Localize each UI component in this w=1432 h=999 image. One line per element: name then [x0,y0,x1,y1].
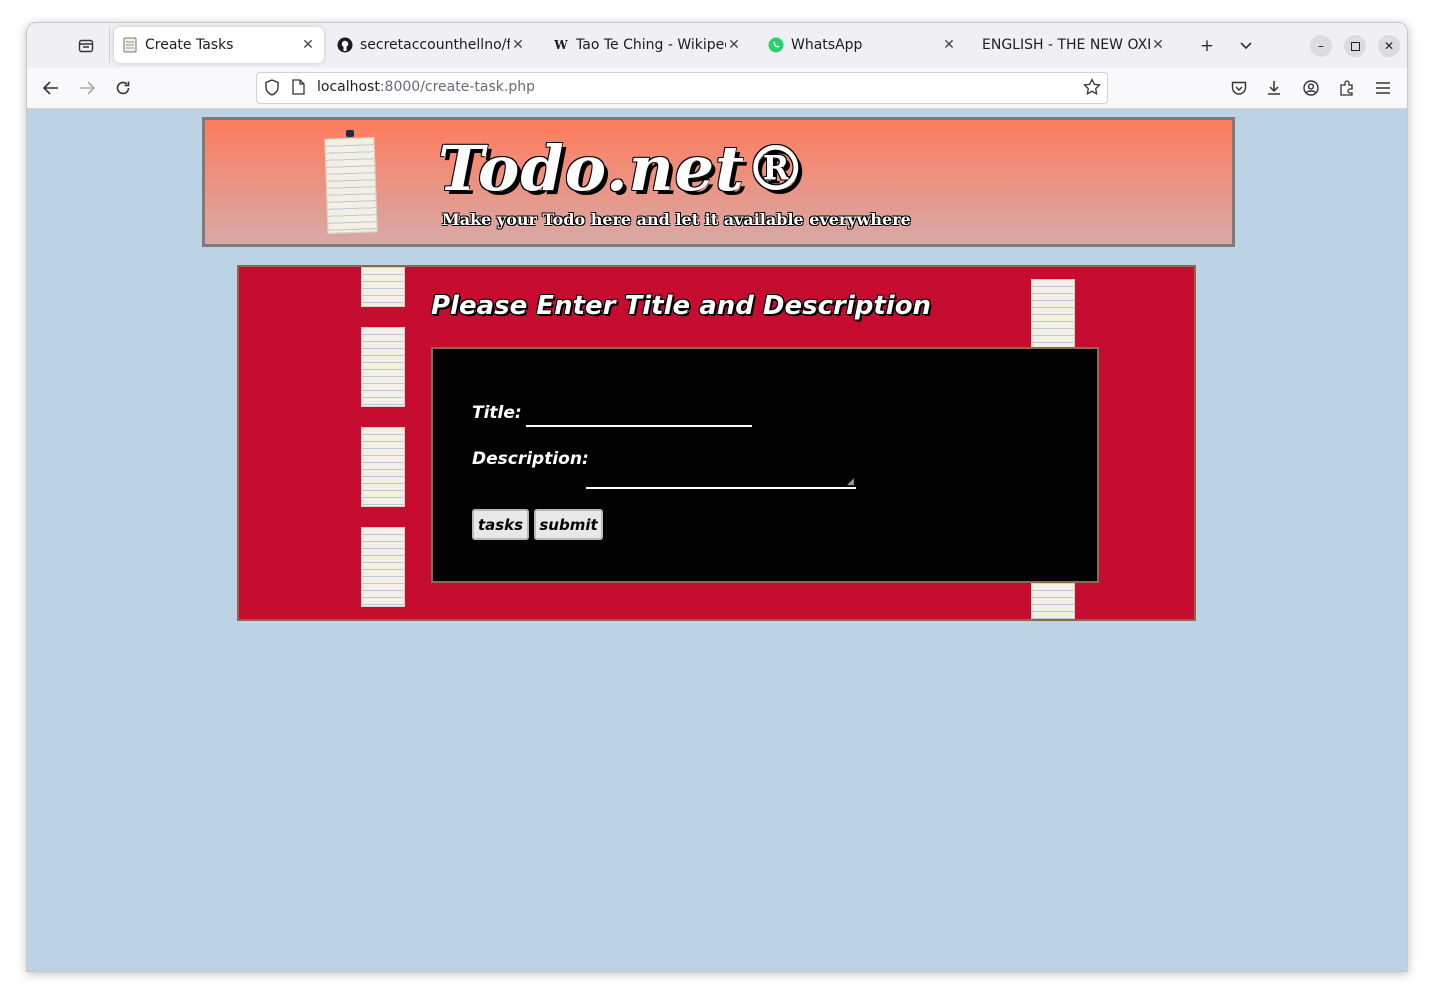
notepad-decoration-icon [361,267,405,307]
tab-separator [109,27,110,63]
document-icon [122,37,138,53]
firefox-view-icon[interactable] [73,34,99,58]
title-input[interactable] [526,405,752,427]
account-icon[interactable] [1299,76,1323,100]
close-tab-icon[interactable]: ✕ [300,37,316,53]
url-path: :8000/create-task.php [379,79,535,95]
wikipedia-icon: W [554,38,568,52]
navigation-bar: localhost:8000/create-task.php [27,68,1407,109]
tab-label: ENGLISH - THE NEW OXFO [982,37,1150,53]
title-label: Title: [472,403,522,423]
url-bar[interactable]: localhost:8000/create-task.php [256,72,1108,104]
close-tab-icon[interactable]: ✕ [1150,37,1166,53]
create-task-panel: Please Enter Title and Description Title… [237,265,1196,621]
close-window-icon[interactable]: ✕ [1378,35,1400,57]
tab-strip: Create Tasks ✕ secretaccounthellno/fir ✕… [27,23,1407,69]
page-icon[interactable] [292,79,305,99]
list-all-tabs-icon[interactable] [1234,34,1258,58]
notepad-decoration-icon [1031,279,1075,351]
minimize-icon[interactable]: – [1310,35,1332,57]
tasks-button[interactable]: tasks [472,509,529,540]
bookmark-star-icon[interactable] [1083,77,1101,100]
tab-create-tasks[interactable]: Create Tasks ✕ [114,27,324,63]
resize-grip-icon[interactable]: ◢ [847,477,854,487]
site-brand: Todo.net® [438,132,808,205]
notepad-decoration-icon [361,427,405,507]
new-tab-icon[interactable]: + [1195,34,1219,58]
reload-icon[interactable] [111,76,135,100]
tab-label: Tao Te Ching - Wikipedi [576,37,726,53]
close-tab-icon[interactable]: ✕ [510,37,526,53]
description-label: Description: [472,449,589,469]
extensions-icon[interactable] [1335,76,1359,100]
downloads-icon[interactable] [1262,76,1286,100]
tab-label: Create Tasks [145,37,234,53]
notepad-decoration-icon [361,327,405,407]
todo-notepad-icon [324,137,378,234]
binder-clip-icon [346,130,354,137]
site-header-banner: Todo.net® Make your Todo here and let it… [202,117,1235,247]
url-host: localhost [317,79,380,95]
shield-icon[interactable] [264,79,280,100]
tab-label: WhatsApp [791,37,863,53]
github-icon [337,37,353,53]
browser-window: Create Tasks ✕ secretaccounthellno/fir ✕… [26,22,1408,972]
notepad-decoration-icon [361,527,405,607]
menu-icon[interactable] [1371,76,1395,100]
tab-whatsapp[interactable]: WhatsApp ✕ [760,27,965,63]
description-input[interactable] [586,453,856,489]
whatsapp-icon [768,37,784,53]
maximize-icon[interactable] [1344,35,1366,57]
site-tagline: Make your Todo here and let it available… [442,210,911,229]
tab-github[interactable]: secretaccounthellno/fir ✕ [329,27,534,63]
close-tab-icon[interactable]: ✕ [941,37,957,53]
pocket-icon[interactable] [1227,76,1251,100]
url-text[interactable]: localhost:8000/create-task.php [317,79,535,95]
close-tab-icon[interactable]: ✕ [726,37,742,53]
submit-button[interactable]: submit [534,509,603,540]
task-form: Title: Description: ◢ tasks submit [431,347,1099,583]
forward-arrow-icon[interactable] [75,76,99,100]
tab-label: secretaccounthellno/fir [360,37,510,53]
form-heading: Please Enter Title and Description [431,291,932,321]
notepad-decoration-icon [1031,583,1075,619]
tab-wikipedia[interactable]: W Tao Te Ching - Wikipedi ✕ [545,27,750,63]
tab-oxford[interactable]: ENGLISH - THE NEW OXFO ✕ [974,27,1174,63]
back-arrow-icon[interactable] [39,76,63,100]
